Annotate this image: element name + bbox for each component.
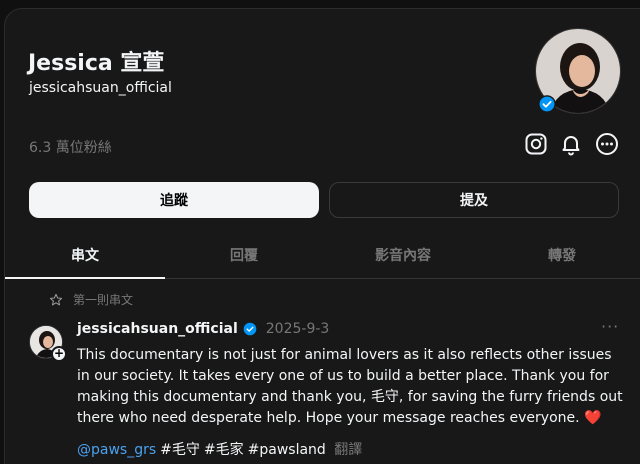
profile-username[interactable]: jessicahsuan_official [29,80,172,96]
post-mention-link[interactable]: @paws_grs [77,442,156,458]
post-avatar[interactable]: + [29,325,67,362]
profile-display-name: Jessica 宣萱 [28,51,165,76]
tab-replies[interactable]: 回覆 [164,245,324,265]
pinned-label: 第一則串文 [73,293,134,307]
hashtag-link[interactable]: #pawsland [248,442,326,458]
post-date[interactable]: 2025-9-3 [266,321,330,337]
post-more-icon[interactable]: ··· [601,317,619,336]
mention-button[interactable]: 提及 [329,182,619,218]
verified-badge-icon [243,322,257,336]
tab-threads[interactable]: 串文 [5,245,165,265]
follow-plus-icon[interactable]: + [51,346,67,362]
hashtag-link[interactable]: #毛家 [204,442,244,458]
follow-button[interactable]: 追蹤 [29,182,319,218]
translate-link[interactable]: 翻譯 [334,442,362,458]
bell-icon[interactable] [558,131,584,157]
more-icon[interactable] [594,131,620,157]
star-icon [49,293,63,305]
pinned-indicator: 第一則串文 [49,291,133,308]
post-text: This documentary is not just for animal … [77,347,623,426]
profile-card: Jessica 宣萱 jessicahsuan_official 6.3 萬位粉… [4,8,640,464]
follower-count[interactable]: 6.3 萬位粉絲 [29,137,112,157]
tab-reposts[interactable]: 轉發 [482,245,640,265]
hashtag-link[interactable]: #毛守 [160,442,200,458]
tab-media[interactable]: 影音內容 [323,245,483,265]
post-header: jessicahsuan_official 2025-9-3 [77,321,329,337]
instagram-icon[interactable] [523,131,549,157]
verified-badge-icon [538,95,556,113]
profile-tabs: 串文 回覆 影音內容 轉發 [5,235,640,279]
active-tab-indicator [5,277,165,279]
post-tags: @paws_grs #毛守 #毛家 #pawsland 翻譯 [77,439,366,459]
post-username[interactable]: jessicahsuan_official [77,321,238,337]
